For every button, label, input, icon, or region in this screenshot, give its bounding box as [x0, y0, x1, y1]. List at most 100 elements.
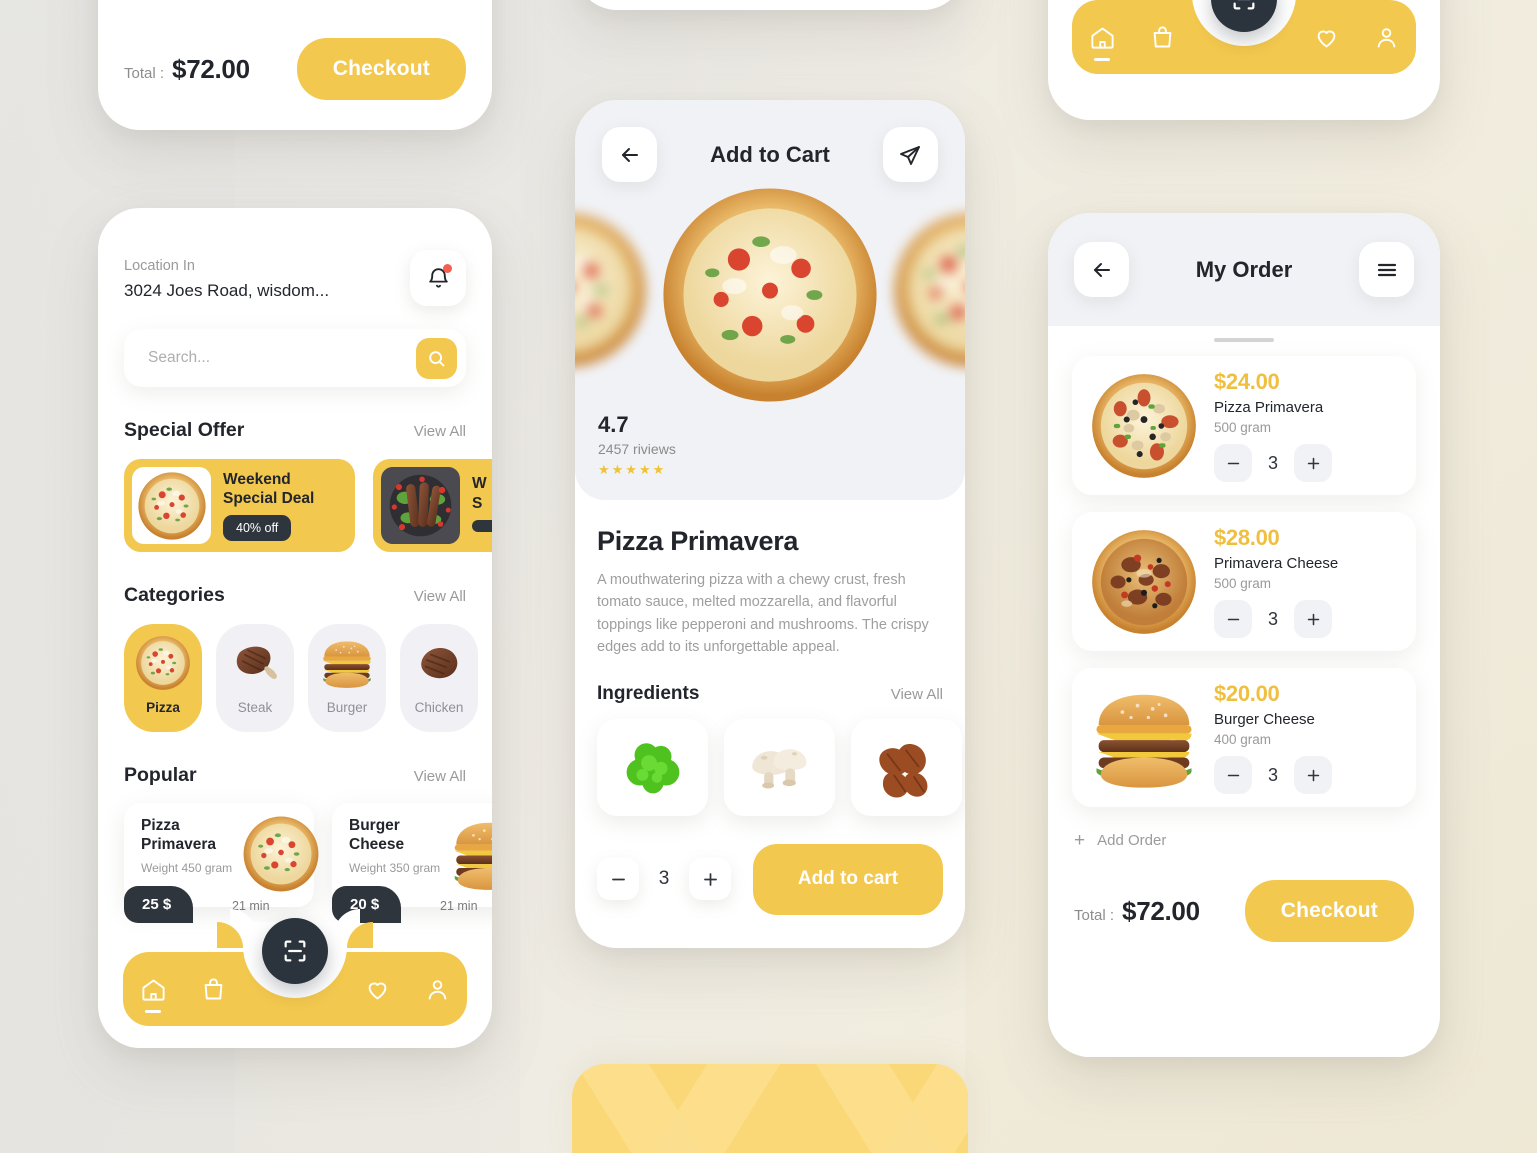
user-icon[interactable] [424, 976, 451, 1003]
detail-hero: Add to Cart 4.7 2457 riviews ★★★★★ [575, 100, 965, 500]
bottom-nav [1072, 0, 1416, 74]
quantity-value: 3 [1267, 764, 1278, 785]
menu-button[interactable] [1359, 242, 1414, 297]
steak-image [227, 635, 283, 691]
plus-icon [1307, 457, 1319, 469]
ingredients-list [597, 718, 962, 816]
total-label: Total : [1074, 906, 1115, 924]
category-item-chicken[interactable]: Chicken [400, 624, 478, 732]
pizza-image-prev[interactable] [575, 210, 649, 370]
pizza-image-next[interactable] [891, 210, 965, 370]
ingredient-card-mushroom[interactable] [724, 718, 835, 816]
plus-icon [1307, 613, 1319, 625]
search-icon [429, 350, 445, 366]
home-icon[interactable] [140, 976, 167, 1013]
checkout-button[interactable]: Checkout [1244, 880, 1414, 942]
increment-button[interactable] [1294, 444, 1332, 482]
product-detail-screen: Add to Cart 4.7 2457 riviews ★★★★★ Pizza… [575, 100, 965, 948]
order-item-weight: 500 gram [1214, 420, 1272, 435]
order-item-price: $28.00 [1214, 525, 1280, 550]
back-button[interactable] [1074, 242, 1129, 297]
ingredient-card-lettuce[interactable] [597, 718, 708, 816]
plus-icon: + [1074, 830, 1086, 851]
search-button[interactable] [416, 337, 457, 379]
rating-value: 4.7 [598, 412, 629, 437]
decrement-button[interactable] [1214, 444, 1252, 482]
scan-fab-button[interactable] [262, 918, 328, 984]
user-icon[interactable] [1373, 24, 1400, 51]
popular-view-all[interactable]: View All [414, 768, 466, 785]
decrement-button[interactable] [597, 858, 639, 901]
add-to-cart-button[interactable]: Add to cart [753, 843, 943, 915]
order-sheet: $24.00 Pizza Primavera 500 gram 3 $28.00… [1048, 338, 1440, 1057]
notifications-button[interactable] [410, 250, 466, 306]
category-item-pizza[interactable]: Pizza [124, 624, 202, 732]
search-input[interactable] [148, 349, 416, 367]
order-item-weight: 400 gram [1214, 732, 1272, 747]
order-item[interactable]: $24.00 Pizza Primavera 500 gram 3 [1072, 356, 1416, 495]
categories-view-all[interactable]: View All [414, 588, 466, 605]
detail-topbar: Add to Cart [575, 100, 965, 182]
quantity-value: 3 [1267, 452, 1278, 473]
back-button[interactable] [602, 127, 657, 182]
increment-button[interactable] [689, 858, 731, 901]
order-item[interactable]: $28.00 Primavera Cheese 500 gram 3 [1072, 512, 1416, 651]
categories-header: Categories View All [124, 584, 466, 607]
category-item-burger[interactable]: Burger [308, 624, 386, 732]
offer-thumbnail [381, 467, 460, 544]
minus-icon [1227, 618, 1239, 620]
ingredients-title: Ingredients [597, 682, 700, 704]
special-offer-card[interactable]: Weekend Special Deal 40% off [124, 459, 355, 552]
category-label: Steak [237, 700, 273, 715]
location-value[interactable]: 3024 Joes Road, wisdom... [124, 281, 329, 301]
heart-icon[interactable] [1313, 24, 1340, 51]
total-amount: $72.00 [172, 53, 250, 84]
decrement-button[interactable] [1214, 600, 1252, 638]
order-items-list: $24.00 Pizza Primavera 500 gram 3 $28.00… [1048, 342, 1440, 807]
home-icon[interactable] [1089, 24, 1116, 61]
increment-button[interactable] [1294, 756, 1332, 794]
arrow-left-icon [621, 147, 638, 162]
total-row: Total : $72.00 Checkout [124, 38, 466, 100]
bag-icon[interactable] [200, 976, 227, 1003]
offer-discount-badge [472, 519, 492, 532]
pizza-image-main[interactable] [659, 184, 881, 406]
increment-button[interactable] [1294, 600, 1332, 638]
quantity-stepper: 3 [1214, 600, 1398, 638]
order-header: My Order [1048, 213, 1440, 326]
special-offer-view-all[interactable]: View All [414, 423, 466, 440]
ingredients-view-all[interactable]: View All [891, 686, 943, 703]
bottom-decorative-card [572, 1064, 968, 1153]
checkout-button[interactable]: Checkout [296, 38, 466, 100]
order-total-row: Total : $72.00 Checkout [1048, 850, 1440, 942]
popular-time: 21 min [440, 899, 478, 913]
rating-stars: ★★★★★ [598, 462, 667, 477]
special-offer-header: Special Offer View All [124, 419, 466, 442]
rating-reviews: 2457 riviews [598, 441, 676, 457]
ingredients-header: Ingredients View All [597, 683, 943, 705]
share-button[interactable] [882, 127, 938, 182]
order-title: My Order [1195, 256, 1293, 282]
order-item-name: Burger Cheese [1214, 711, 1315, 728]
category-item-steak[interactable]: Steak [216, 624, 294, 732]
add-order-button[interactable]: + Add Order [1048, 807, 1440, 850]
decrement-button[interactable] [1214, 756, 1252, 794]
order-item-price: $24.00 [1214, 369, 1280, 394]
nav-active-indicator [1094, 57, 1110, 61]
minus-icon [611, 878, 625, 881]
my-order-screen: My Order $24.00 Pizza Primavera 500 gram… [1048, 213, 1440, 1057]
popular-name: Burger Cheese [349, 817, 405, 853]
popular-card[interactable]: Burger Cheese Weight 350 gram 20 $ 21 mi… [332, 803, 492, 923]
heart-icon[interactable] [364, 976, 391, 1003]
popular-price: 20 $ [332, 886, 402, 923]
pizza-image [135, 635, 191, 691]
special-offer-card[interactable]: W S [373, 459, 492, 552]
add-order-button[interactable]: + Add Order [124, 0, 466, 2]
bag-icon[interactable] [1149, 24, 1176, 51]
search-bar[interactable] [124, 329, 466, 387]
order-item[interactable]: $20.00 Burger Cheese 400 gram 3 [1072, 668, 1416, 807]
popular-card[interactable]: Pizza Primavera Weight 450 gram 25 $ 21 … [124, 803, 314, 923]
popular-time: 21 min [232, 899, 270, 913]
top-left-order-card: + Add Order Total : $72.00 Checkout [98, 0, 492, 130]
ingredient-card-sausage[interactable] [851, 718, 962, 816]
